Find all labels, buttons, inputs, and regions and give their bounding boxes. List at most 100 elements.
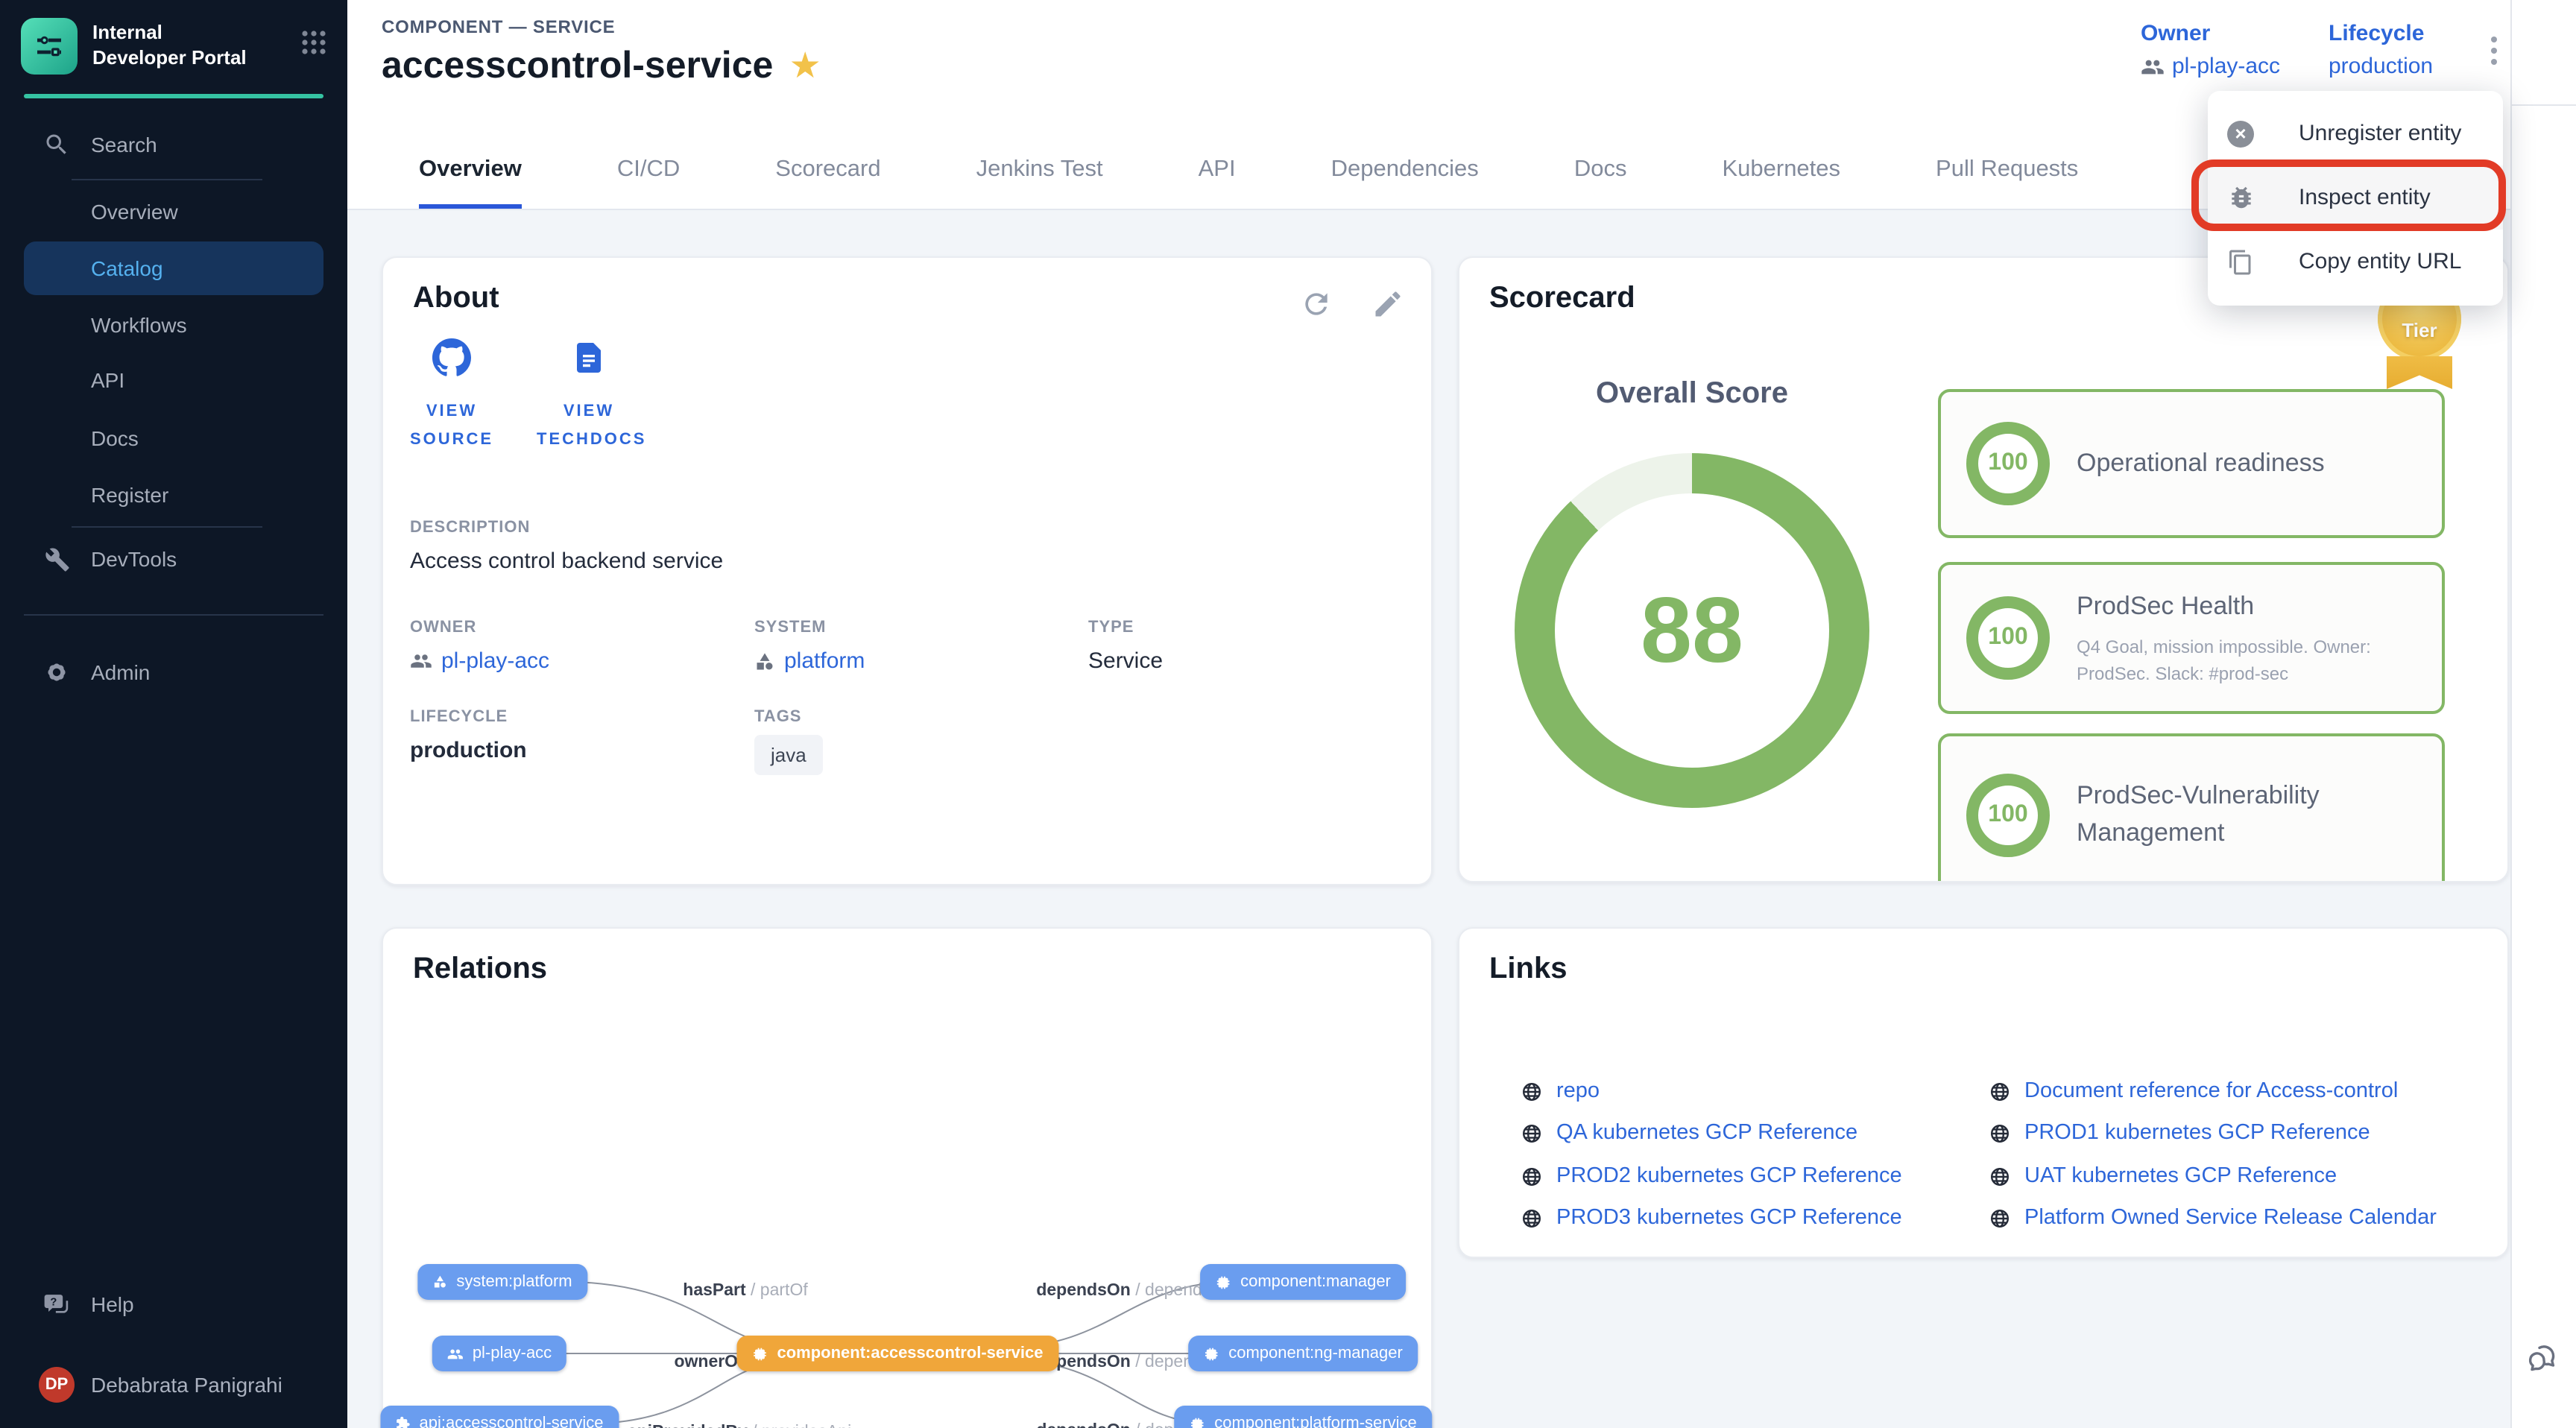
type-field: TYPE Service <box>1088 619 1163 674</box>
globe-icon <box>1989 1080 2011 1102</box>
content-area: About VIEW SOURCE VIEW TECHDOCS <box>347 210 2510 1428</box>
breadcrumb: COMPONENT — SERVICE <box>382 16 615 37</box>
view-techdocs-button[interactable]: VIEW TECHDOCS <box>520 338 657 454</box>
link-prod1-kubernetes[interactable]: PROD1 kubernetes GCP Reference <box>1989 1121 2370 1145</box>
avatar: DP <box>39 1367 75 1403</box>
tab-docs[interactable]: Docs <box>1574 157 1627 209</box>
menu-item-inspect-entity[interactable]: Inspect entity <box>2208 165 2503 230</box>
system-category-icon <box>754 651 775 672</box>
edit-pencil-icon[interactable] <box>1371 288 1404 320</box>
tab-api[interactable]: API <box>1199 157 1236 209</box>
score-item-prodsec-vulnerability[interactable]: 100 ProdSec-Vulnerability Management <box>1938 733 2445 882</box>
score-item-operational-readiness[interactable]: 100 Operational readiness <box>1938 389 2445 538</box>
sidebar-item-overview[interactable]: Overview <box>0 195 347 228</box>
view-source-button[interactable]: VIEW SOURCE <box>383 338 520 454</box>
relations-graph: hasPart / partOf ownerOf / ownedBy apiPr… <box>383 929 1434 1428</box>
sidebar-item-admin[interactable]: Admin <box>0 656 347 689</box>
about-owner-link[interactable]: pl-play-acc <box>410 648 549 674</box>
sidebar-item-label: Admin <box>91 660 150 684</box>
sidebar-item-api[interactable]: API <box>0 364 347 397</box>
tags-field: TAGS java <box>754 708 823 775</box>
sidebar-item-workflows[interactable]: Workflows <box>0 309 347 341</box>
page-header: COMPONENT — SERVICE accesscontrol-servic… <box>347 0 2510 210</box>
chip-icon <box>751 1345 768 1362</box>
github-icon <box>432 338 471 385</box>
scorecard-card-title: Scorecard <box>1489 282 1635 316</box>
score-badge: 100 <box>1966 774 2050 857</box>
kebab-menu-icon[interactable] <box>2476 27 2512 75</box>
sidebar-item-label: API <box>91 368 124 392</box>
cancel-circle-icon: × <box>2226 119 2255 148</box>
relations-card: Relations hasPart / partOf ownerOf / own… <box>382 927 1433 1428</box>
feedback-chat-icon[interactable] <box>2525 1339 2564 1377</box>
sidebar-item-catalog[interactable]: Catalog <box>24 241 323 295</box>
graph-node-pl-play-acc[interactable]: pl-play-acc <box>432 1336 566 1371</box>
rail-divider <box>2512 104 2576 106</box>
link-prod2-kubernetes[interactable]: PROD2 kubernetes GCP Reference <box>1521 1164 1902 1188</box>
sidebar: Internal Developer Portal Search Overvie… <box>0 0 347 1428</box>
apps-grid-icon[interactable] <box>301 30 326 63</box>
graph-node-component-platform-service[interactable]: component:platform-service <box>1174 1406 1431 1428</box>
score-item-prodsec-health[interactable]: 100 ProdSec Health Q4 Goal, mission impo… <box>1938 562 2445 714</box>
link-uat-kubernetes[interactable]: UAT kubernetes GCP Reference <box>1989 1164 2337 1188</box>
sidebar-item-devtools[interactable]: DevTools <box>0 543 347 575</box>
people-icon <box>447 1345 464 1362</box>
score-badge: 100 <box>1966 422 2050 505</box>
link-repo[interactable]: repo <box>1521 1079 1600 1103</box>
tier-badge-label: Tier <box>2378 319 2461 341</box>
tab-scorecard[interactable]: Scorecard <box>775 157 880 209</box>
tab-overview[interactable]: Overview <box>419 157 522 209</box>
link-prod3-kubernetes[interactable]: PROD3 kubernetes GCP Reference <box>1521 1206 1902 1230</box>
tab-dependencies[interactable]: Dependencies <box>1331 157 1479 209</box>
menu-item-copy-entity-url[interactable]: Copy entity URL <box>2208 230 2503 294</box>
graph-node-component-ng-manager[interactable]: component:ng-manager <box>1188 1336 1418 1371</box>
tab-kubernetes[interactable]: Kubernetes <box>1722 157 1840 209</box>
view-source-label: VIEW SOURCE <box>400 398 504 454</box>
sidebar-divider <box>24 614 323 616</box>
sidebar-item-label: Register <box>91 483 168 507</box>
link-qa-kubernetes[interactable]: QA kubernetes GCP Reference <box>1521 1121 1857 1145</box>
sidebar-item-label: Docs <box>91 426 139 450</box>
graph-node-component-manager[interactable]: component:manager <box>1200 1264 1406 1300</box>
graph-node-api-accesscontrol-service[interactable]: api:accesscontrol-service <box>381 1406 619 1428</box>
overall-score-gauge: 88 <box>1515 453 1869 808</box>
user-name: Debabrata Panigrahi <box>91 1373 282 1397</box>
sidebar-item-register[interactable]: Register <box>0 478 347 511</box>
sidebar-divider <box>72 179 262 180</box>
owner-value: pl-play-acc <box>2172 54 2280 79</box>
menu-item-unregister-entity[interactable]: × Unregister entity <box>2208 101 2503 165</box>
scorecard-card: Scorecard Overall Score 88 100 Operation… <box>1458 256 2509 882</box>
sidebar-item-help[interactable]: ? Help <box>0 1288 347 1321</box>
sidebar-item-search[interactable]: Search <box>0 128 347 161</box>
right-rail <box>2510 0 2576 1428</box>
sidebar-item-docs[interactable]: Docs <box>0 422 347 455</box>
people-icon <box>410 650 432 672</box>
tab-cicd[interactable]: CI/CD <box>617 157 680 209</box>
about-card: About VIEW SOURCE VIEW TECHDOCS <box>382 256 1433 885</box>
tab-jenkins-test[interactable]: Jenkins Test <box>976 157 1103 209</box>
owner-link[interactable]: pl-play-acc <box>2141 54 2280 79</box>
link-document-reference[interactable]: Document reference for Access-control <box>1989 1079 2398 1103</box>
tag-chip[interactable]: java <box>754 735 823 775</box>
overall-score-value: 88 <box>1641 578 1743 683</box>
tab-pull-requests[interactable]: Pull Requests <box>1936 157 2078 209</box>
sidebar-user[interactable]: DP Debabrata Panigrahi <box>0 1367 347 1403</box>
app-root: Internal Developer Portal Search Overvie… <box>0 0 2576 1428</box>
description-label: DESCRIPTION <box>410 519 723 537</box>
entity-context-menu: × Unregister entity Inspect entity Copy … <box>2208 91 2503 306</box>
page-title: accesscontrol-service ★ <box>382 45 819 88</box>
graph-node-component-accesscontrol-service[interactable]: component:accesscontrol-service <box>736 1336 1058 1371</box>
refresh-icon[interactable] <box>1300 288 1333 320</box>
bug-icon <box>2226 183 2255 212</box>
svg-text:?: ? <box>50 1296 57 1308</box>
puzzle-icon <box>396 1416 411 1428</box>
graph-node-system-platform[interactable]: system:platform <box>417 1264 587 1300</box>
sidebar-item-label: Search <box>91 133 157 157</box>
edge-label: hasPart / partOf <box>683 1282 807 1300</box>
chip-icon <box>1203 1345 1219 1362</box>
favorite-star-icon[interactable]: ★ <box>791 48 819 85</box>
edge-label: apiProvidedBy / providesApi <box>628 1424 851 1428</box>
globe-icon <box>1521 1165 1543 1187</box>
link-release-calendar[interactable]: Platform Owned Service Release Calendar <box>1989 1206 2437 1230</box>
about-system-link[interactable]: platform <box>754 648 865 674</box>
